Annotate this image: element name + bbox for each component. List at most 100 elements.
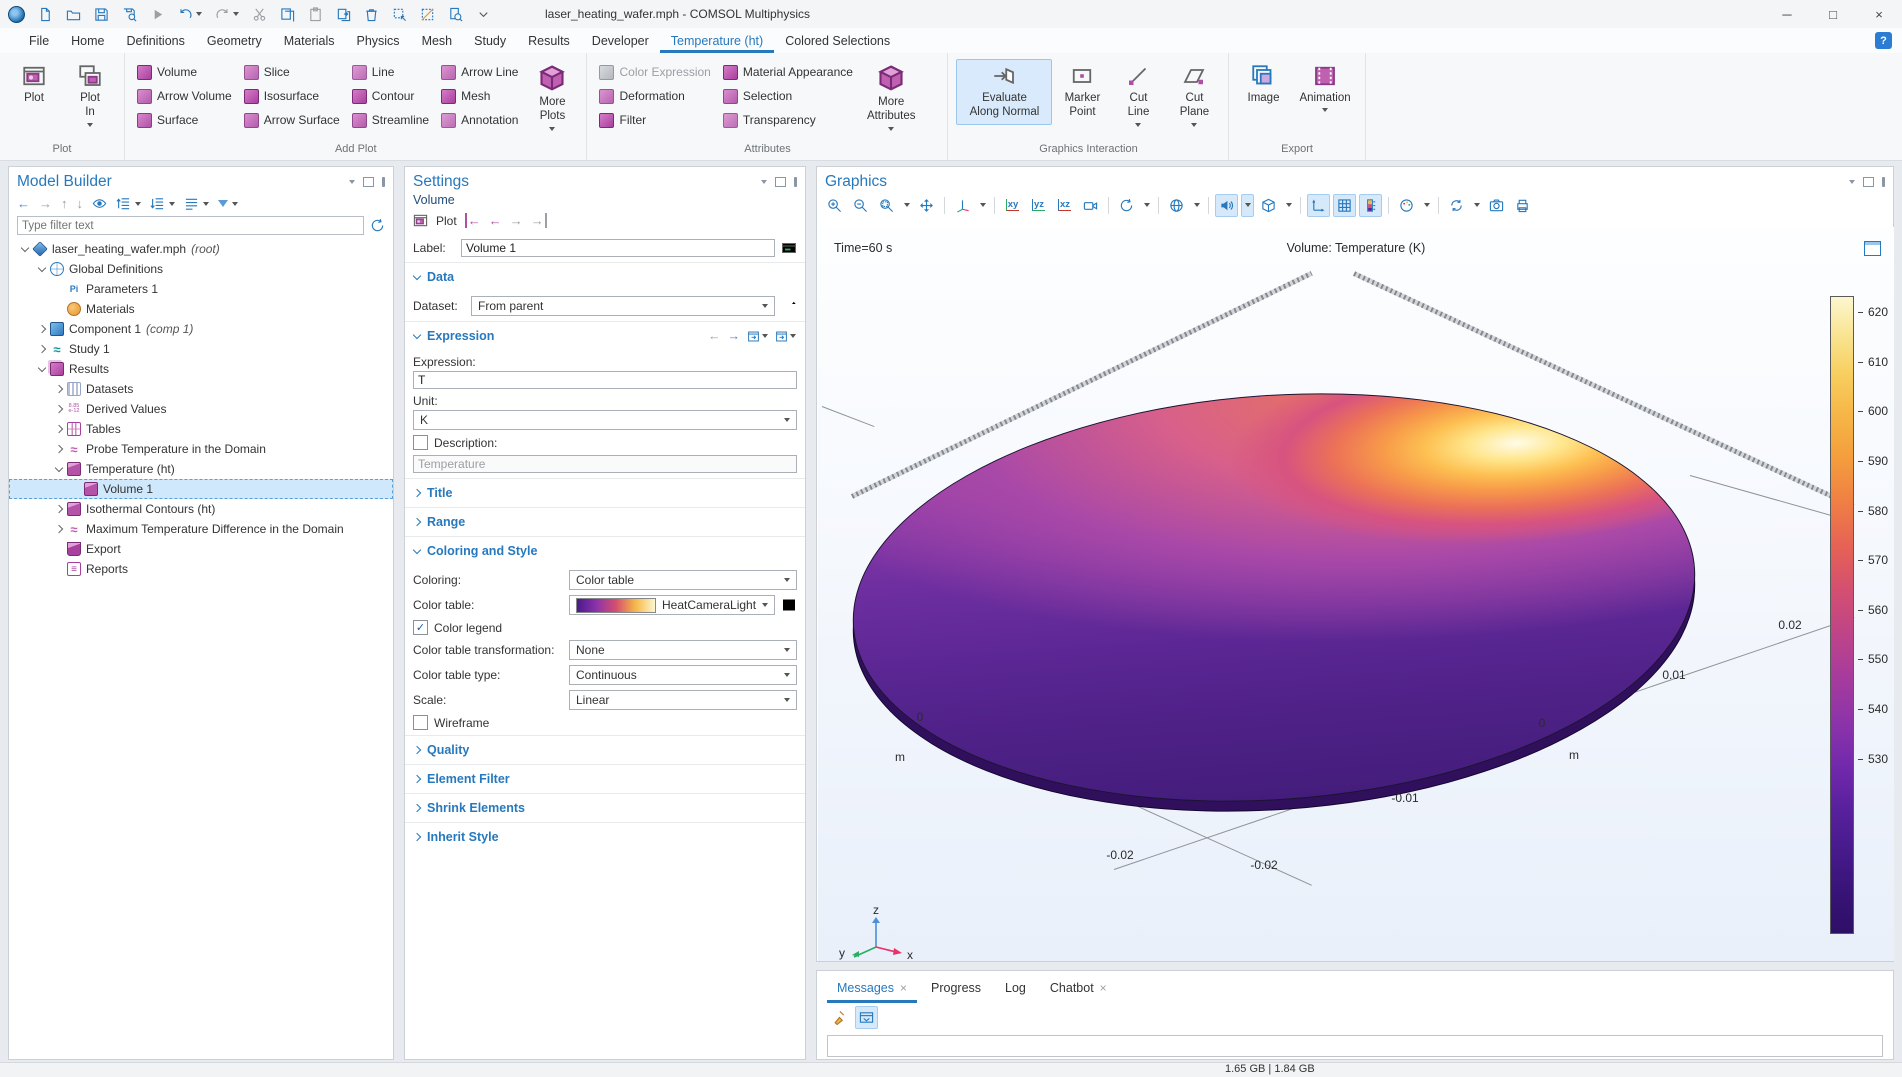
evaluate-along-normal-button[interactable]: Evaluate Along Normal bbox=[956, 59, 1052, 125]
zoom-in-icon[interactable] bbox=[823, 194, 846, 217]
tree-node-export[interactable]: Export bbox=[9, 539, 393, 559]
collapse-up-icon[interactable] bbox=[116, 196, 141, 211]
show-grid-icon[interactable] bbox=[1333, 194, 1356, 217]
tree-node-max-temp-difference[interactable]: Maximum Temperature Difference in the Do… bbox=[9, 519, 393, 539]
float-panel-icon[interactable] bbox=[775, 177, 786, 187]
clear-messages-broom-icon[interactable] bbox=[827, 1006, 850, 1029]
attr-deformation[interactable]: Deformation bbox=[595, 85, 714, 107]
environment-icon[interactable] bbox=[1165, 194, 1188, 217]
panel-menu-icon[interactable] bbox=[1849, 180, 1855, 184]
export-animation-button[interactable]: Animation bbox=[1293, 59, 1356, 117]
cut-icon[interactable] bbox=[252, 7, 267, 22]
tree-filter-input[interactable] bbox=[17, 216, 364, 235]
messages-content[interactable] bbox=[827, 1035, 1883, 1057]
go-to-source-icon[interactable] bbox=[781, 298, 797, 314]
tree-node-results[interactable]: Results bbox=[9, 359, 393, 379]
view-xz-icon[interactable]: xz bbox=[1053, 194, 1076, 217]
settings-plot-button[interactable]: Plot bbox=[436, 214, 457, 228]
tab-messages[interactable]: Messages× bbox=[827, 973, 917, 1003]
expression-input[interactable] bbox=[413, 371, 797, 389]
pin-panel-icon[interactable] bbox=[382, 177, 385, 187]
add-plot-mesh[interactable]: Mesh bbox=[437, 85, 522, 107]
back-icon[interactable]: ← bbox=[17, 196, 30, 211]
tree-node-temperature-ht[interactable]: Temperature (ht) bbox=[9, 459, 393, 479]
section-coloring-style[interactable]: Coloring and Style bbox=[405, 536, 805, 565]
section-shrink-elements[interactable]: Shrink Elements bbox=[405, 793, 805, 822]
add-plot-line[interactable]: Line bbox=[348, 61, 433, 83]
tree-node-probe-temperature[interactable]: Probe Temperature in the Domain bbox=[9, 439, 393, 459]
node-text-icon[interactable] bbox=[184, 196, 209, 211]
tab-home[interactable]: Home bbox=[60, 28, 115, 53]
prev-expression-icon[interactable]: ← bbox=[708, 329, 721, 343]
more-attributes-button[interactable]: More Attributes bbox=[861, 59, 922, 136]
run-icon[interactable] bbox=[150, 7, 165, 22]
expand-down-icon[interactable] bbox=[150, 196, 175, 211]
next-plot-icon[interactable]: → bbox=[510, 213, 523, 228]
open-file-icon[interactable] bbox=[66, 7, 81, 22]
float-panel-icon[interactable] bbox=[363, 177, 374, 187]
move-up-icon[interactable]: ↑ bbox=[61, 196, 68, 211]
close-tab-icon[interactable]: × bbox=[1100, 981, 1107, 995]
update-plot-icon[interactable] bbox=[1445, 194, 1468, 217]
section-range[interactable]: Range bbox=[405, 507, 805, 536]
scene-camera-icon[interactable] bbox=[1079, 194, 1102, 217]
section-inherit-style[interactable]: Inherit Style bbox=[405, 822, 805, 851]
tab-geometry[interactable]: Geometry bbox=[196, 28, 273, 53]
transparency-icon[interactable] bbox=[1257, 194, 1280, 217]
zoom-out-icon[interactable] bbox=[849, 194, 872, 217]
redo-icon[interactable] bbox=[215, 7, 239, 22]
tab-developer[interactable]: Developer bbox=[581, 28, 660, 53]
tree-node-materials[interactable]: Materials bbox=[9, 299, 393, 319]
insert-expression-icon[interactable] bbox=[747, 330, 768, 343]
new-file-icon[interactable] bbox=[38, 7, 53, 22]
unit-select[interactable]: K bbox=[413, 410, 797, 430]
tree-node-isothermal-contours[interactable]: Isothermal Contours (ht) bbox=[9, 499, 393, 519]
show-color-legend-icon[interactable] bbox=[1359, 194, 1382, 217]
image-snapshot-icon[interactable] bbox=[1485, 194, 1508, 217]
replace-expression-icon[interactable] bbox=[775, 330, 796, 343]
duplicate-icon[interactable] bbox=[336, 7, 351, 22]
color-table-type-select[interactable]: Continuous bbox=[569, 665, 797, 685]
add-plot-surface[interactable]: Surface bbox=[133, 109, 236, 131]
customize-toolbar-icon[interactable] bbox=[476, 7, 491, 22]
add-plot-contour[interactable]: Contour bbox=[348, 85, 433, 107]
export-image-button[interactable]: Image bbox=[1237, 59, 1289, 110]
tab-physics[interactable]: Physics bbox=[345, 28, 410, 53]
marker-point-button[interactable]: Marker Point bbox=[1056, 59, 1108, 125]
find-icon[interactable] bbox=[448, 7, 463, 22]
pin-panel-icon[interactable] bbox=[794, 177, 797, 187]
tab-results[interactable]: Results bbox=[517, 28, 581, 53]
go-to-default-view-icon[interactable] bbox=[951, 194, 974, 217]
tab-file[interactable]: File bbox=[18, 28, 60, 53]
tree-node-root[interactable]: laser_heating_wafer.mph(root) bbox=[9, 239, 393, 259]
view-yz-icon[interactable]: yz bbox=[1027, 194, 1050, 217]
zoom-extents-icon[interactable] bbox=[915, 194, 938, 217]
add-plot-arrow-volume[interactable]: Arrow Volume bbox=[133, 85, 236, 107]
sound-icon[interactable] bbox=[1215, 194, 1238, 217]
tree-node-global-definitions[interactable]: Global Definitions bbox=[9, 259, 393, 279]
next-expression-icon[interactable]: → bbox=[728, 329, 741, 343]
label-input[interactable] bbox=[461, 239, 775, 257]
add-plot-volume[interactable]: Volume bbox=[133, 61, 236, 83]
add-plot-arrow-surface[interactable]: Arrow Surface bbox=[240, 109, 344, 131]
scale-select[interactable]: Linear bbox=[569, 690, 797, 710]
minimize-button[interactable]: ─ bbox=[1764, 0, 1810, 28]
tree-node-derived-values[interactable]: Derived Values bbox=[9, 399, 393, 419]
maximize-button[interactable]: □ bbox=[1810, 0, 1856, 28]
cut-plane-button[interactable]: Cut Plane bbox=[1168, 59, 1220, 132]
tab-definitions[interactable]: Definitions bbox=[116, 28, 196, 53]
add-plot-slice[interactable]: Slice bbox=[240, 61, 344, 83]
tab-colored-selections[interactable]: Colored Selections bbox=[774, 28, 901, 53]
panel-menu-icon[interactable] bbox=[349, 180, 355, 184]
dataset-select[interactable]: From parent bbox=[471, 296, 775, 316]
previous-plot-icon[interactable]: ← bbox=[489, 213, 502, 228]
color-legend-checkbox[interactable] bbox=[413, 620, 428, 635]
section-quality[interactable]: Quality bbox=[405, 735, 805, 764]
tab-chatbot[interactable]: Chatbot× bbox=[1040, 973, 1117, 1003]
tree-node-tables[interactable]: Tables bbox=[9, 419, 393, 439]
zoom-box-icon[interactable] bbox=[875, 194, 898, 217]
float-panel-icon[interactable] bbox=[1863, 177, 1874, 187]
paste-icon[interactable] bbox=[308, 7, 323, 22]
section-title[interactable]: Title bbox=[405, 478, 805, 507]
move-down-icon[interactable]: ↓ bbox=[77, 196, 84, 211]
